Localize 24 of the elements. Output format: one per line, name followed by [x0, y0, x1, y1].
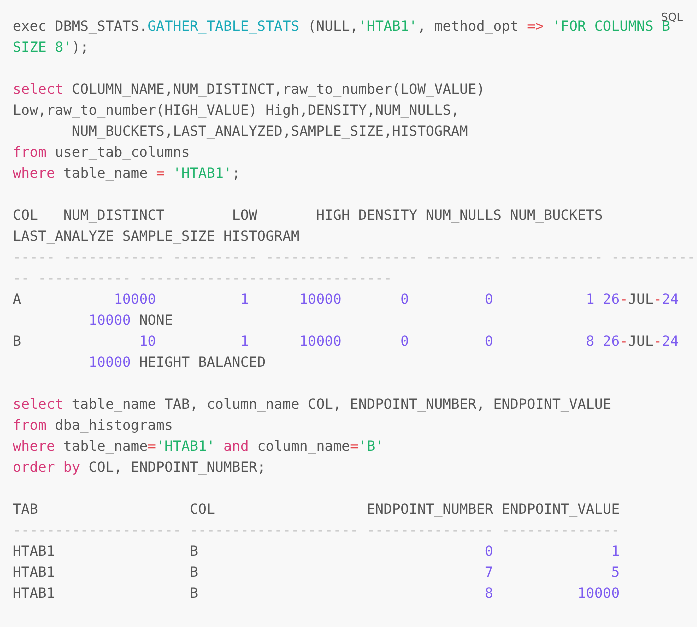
code-line: B 10 1 10000 0 0 8 26-JUL-24: [13, 333, 679, 352]
code-line: HTAB1 B 7 5: [13, 564, 620, 583]
code-line: from user_tab_columns: [13, 144, 190, 163]
code-line: 10000 NONE: [88, 312, 174, 331]
code-line: LAST_ANALYZE SAMPLE_SIZE HISTOGRAM: [13, 228, 300, 247]
code-line: 10000 HEIGHT BALANCED: [88, 354, 266, 373]
divider-line: -- ----------- ------------------------------: [13, 270, 392, 289]
code-line: COL NUM_DISTINCT LOW HIGH DENSITY NUM_NULLS NUM_BUCKETS: [13, 207, 604, 226]
code-line: NUM_BUCKETS,LAST_ANALYZED,SAMPLE_SIZE,HISTOGRAM: [71, 123, 468, 142]
divider-line: -------------------- -------------------- --------------- --------------: [13, 522, 620, 541]
divider-line: ----- ------------ ---------- ---------- ------- --------- ----------- ----------: [13, 249, 696, 268]
code-line: Low,raw_to_number(HIGH_VALUE) High,DENSITY,NUM_NULLS,: [13, 102, 460, 121]
code-line: where table_name = 'HTAB1';: [13, 165, 241, 184]
code-line: select table_name TAB, column_name COL, ENDPOINT_NUMBER, ENDPOINT_VALUE: [13, 396, 612, 415]
code-line: select COLUMN_NAME,NUM_DISTINCT,raw_to_number(LOW_VALUE): [13, 81, 486, 100]
code-line: SIZE 8');: [13, 39, 89, 58]
code-line: where table_name='HTAB1' and column_name='B': [13, 438, 384, 457]
code-line: TAB COL ENDPOINT_NUMBER ENDPOINT_VALUE: [13, 501, 620, 520]
language-label: SQL: [661, 11, 683, 24]
code-line: order by COL, ENDPOINT_NUMBER;: [13, 459, 266, 478]
code-line: A 10000 1 10000 0 0 1 26-JUL-24: [13, 291, 679, 310]
code-line: from dba_histograms: [13, 417, 174, 436]
code-line: HTAB1 B 0 1: [13, 543, 620, 562]
code-line: HTAB1 B 8 10000: [13, 585, 620, 604]
